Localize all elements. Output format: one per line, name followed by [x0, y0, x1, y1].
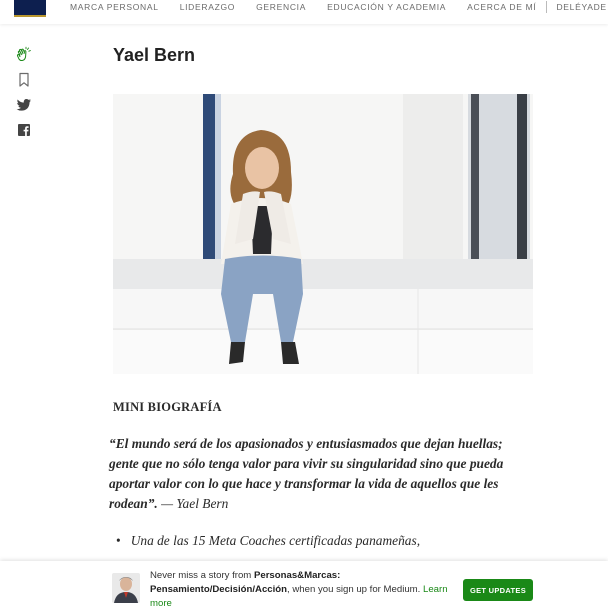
get-updates-button[interactable]: GET UPDATES — [463, 579, 533, 601]
share-rail — [15, 46, 33, 146]
signup-banner: Never miss a story from Personas&Marcas:… — [0, 561, 608, 608]
twitter-icon[interactable] — [15, 96, 33, 114]
nav-divider — [546, 1, 548, 13]
nav-item-educacion[interactable]: EDUCACIÓN Y ACADEMIA — [327, 2, 446, 12]
facebook-icon[interactable] — [15, 121, 33, 139]
nav-menu: MARCA PERSONAL LIDERAZGO GERENCIA EDUCAC… — [70, 1, 608, 13]
quote-attribution: — Yael Bern — [157, 496, 229, 511]
publication-avatar — [112, 573, 140, 603]
banner-prefix: Never miss a story from — [150, 570, 254, 581]
top-nav-bar: MARCA PERSONAL LIDERAZGO GERENCIA EDUCAC… — [0, 0, 608, 24]
nav-item-gerencia[interactable]: GERENCIA — [256, 2, 306, 12]
banner-suffix: , when you sign up for Medium. — [287, 584, 423, 595]
nav-item-marca-personal[interactable]: MARCA PERSONAL — [70, 2, 159, 12]
clap-icon[interactable] — [15, 46, 33, 64]
list-item: • Una de las 15 Meta Coaches certificadas… — [116, 533, 420, 549]
section-title: MINI BIOGRAFÍA — [113, 400, 222, 414]
author-photo[interactable] — [113, 94, 533, 374]
bullet-dot: • — [116, 533, 121, 548]
nav-item-liderazgo[interactable]: LIDERAZGO — [180, 2, 235, 12]
bio-quote: “El mundo será de los apasionados y entu… — [109, 434, 529, 514]
bookmark-icon[interactable] — [15, 71, 33, 89]
nav-item-acerca-de-mi[interactable]: ACERCA DE MÍ — [467, 2, 536, 12]
publication-logo[interactable] — [14, 0, 46, 17]
author-heading: Yael Bern — [113, 45, 196, 65]
banner-message: Never miss a story from Personas&Marcas:… — [150, 569, 450, 608]
list-item-text: Una de las 15 Meta Coaches certificadas … — [130, 533, 421, 548]
nav-item-deleyade[interactable]: DELÉYADE — [556, 2, 606, 12]
